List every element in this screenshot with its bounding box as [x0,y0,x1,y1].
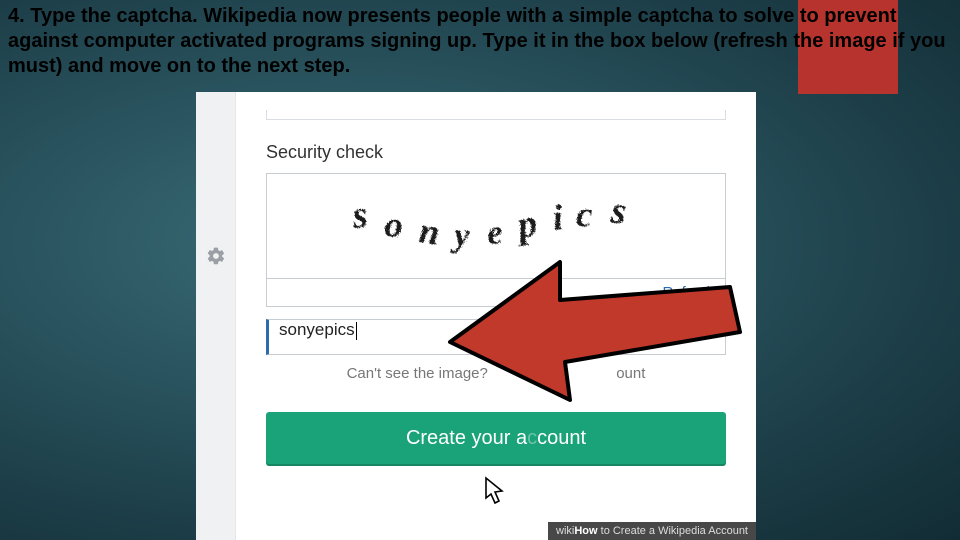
captcha-input-wrap: sonyepics [266,319,726,355]
refresh-link[interactable]: Refresh [662,284,715,301]
attribution-rest: to Create a Wikipedia Account [598,525,748,537]
svg-text:s: s [350,194,370,237]
security-check-label: Security check [266,142,732,163]
svg-text:n: n [417,210,442,252]
text-caret [356,322,357,340]
create-button-label-right: count [537,427,586,449]
svg-text:c: c [576,194,593,235]
svg-text:e: e [486,214,504,252]
captcha-box: s o n y e p i c s Refresh [266,173,726,307]
svg-text:p: p [511,202,540,247]
help-text: Can't see the image? ount [260,365,732,382]
screenshot-sidebar [196,92,236,540]
screenshot-main: Security check s o n y e p i c [236,92,756,540]
captcha-input[interactable]: sonyepics [266,319,726,355]
help-text-right: ount [616,365,645,382]
attribution-bar: wikiHow to Create a Wikipedia Account [548,522,756,540]
create-button-label-left: Create your a [406,427,527,449]
instruction-text: 4. Type the captcha. Wikipedia now prese… [8,4,952,79]
svg-text:o: o [383,204,404,245]
attribution-bold: How [574,525,597,537]
captcha-input-value: sonyepics [279,320,355,339]
screenshot-panel: Security check s o n y e p i c [196,92,756,540]
svg-text:y: y [450,217,471,255]
help-text-left: Can't see the image? [347,365,492,382]
svg-text:s: s [608,189,629,233]
create-account-button[interactable]: Create your account [266,412,726,464]
prior-field-sliver [266,110,726,120]
attribution-prefix: wiki [556,525,574,537]
cursor-icon [482,476,508,506]
svg-text:i: i [551,197,565,238]
captcha-image: s o n y e p i c s [267,174,725,278]
captcha-footer: Refresh [267,278,725,306]
gear-icon [206,246,226,266]
